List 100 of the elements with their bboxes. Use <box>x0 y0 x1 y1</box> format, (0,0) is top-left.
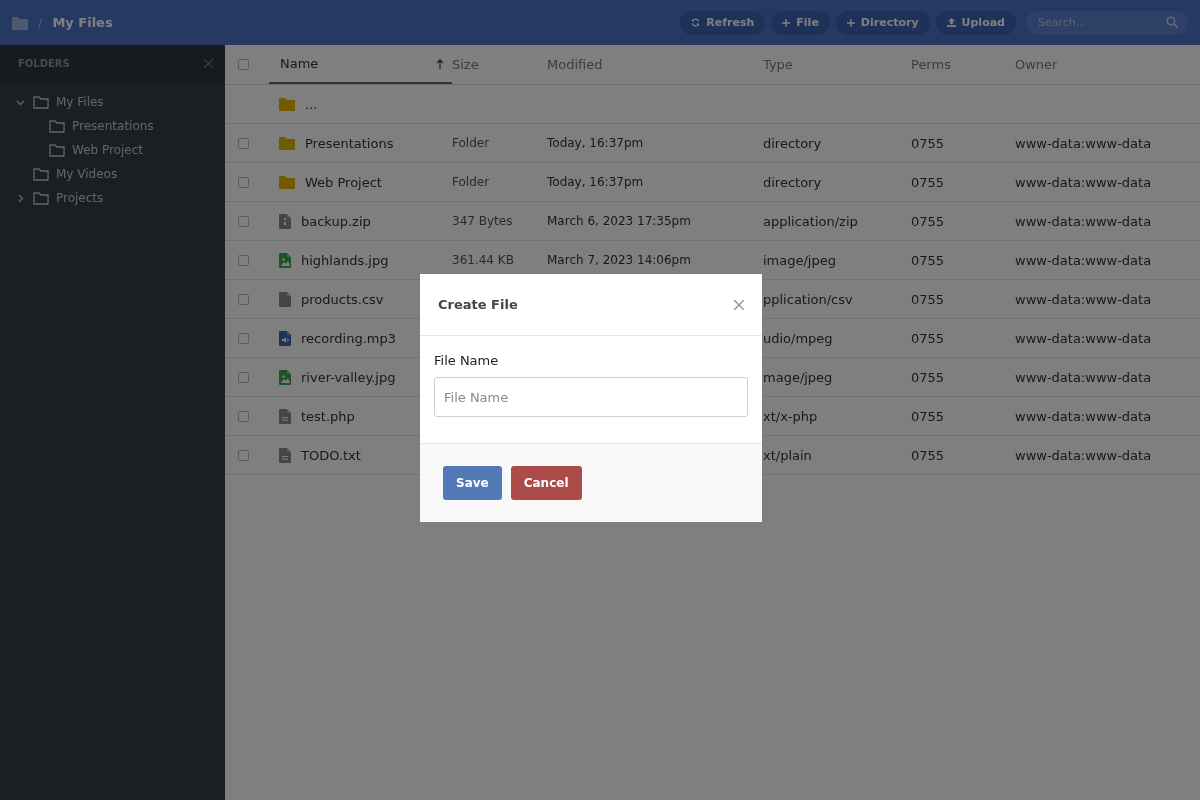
table-cell: 0755 <box>911 213 945 229</box>
table-cell: 0755 <box>911 447 945 463</box>
table-cell: pplication/csv <box>763 291 853 307</box>
close-icon[interactable] <box>204 59 213 68</box>
row-checkbox[interactable] <box>238 137 249 149</box>
table-cell: Folder <box>452 136 490 150</box>
row-checkbox[interactable] <box>238 293 249 305</box>
file-name[interactable]: backup.zip <box>301 213 371 229</box>
folder-icon <box>49 119 65 133</box>
folder-item[interactable]: Web Project <box>72 143 144 157</box>
chevron-right-icon[interactable] <box>16 193 25 203</box>
table-cell: application/zip <box>763 213 858 229</box>
table-cell: xt/x-php <box>763 408 818 424</box>
table-cell: mage/jpeg <box>763 369 833 385</box>
file-name-field[interactable]: File Name <box>434 377 748 417</box>
row-checkbox[interactable] <box>238 410 249 422</box>
folder-icon <box>279 136 295 150</box>
table-cell: www-data:www-data <box>1015 213 1152 229</box>
table-cell: www-data:www-data <box>1015 135 1152 151</box>
breadcrumb-item[interactable]: My Files <box>52 15 113 30</box>
text-file-icon <box>279 408 291 424</box>
table-cell: 0755 <box>911 291 945 307</box>
image-file-icon <box>279 252 291 268</box>
audio-file-icon <box>279 330 291 346</box>
table-cell: 0755 <box>911 408 945 424</box>
upload-icon <box>946 18 956 27</box>
table-cell: xt/plain <box>763 447 812 463</box>
column-header[interactable]: Name <box>269 45 452 84</box>
folder-icon <box>279 97 295 111</box>
table-cell: 347 Bytes <box>452 214 513 228</box>
folder-icon <box>33 95 49 109</box>
file-name[interactable]: Web Project <box>305 174 382 190</box>
plus-icon <box>846 18 855 27</box>
file-name[interactable]: Presentations <box>305 135 394 151</box>
sort-arrow-icon <box>436 58 444 69</box>
file-name[interactable]: TODO.txt <box>301 447 361 463</box>
folder-item[interactable]: My Videos <box>56 167 118 181</box>
folder-item[interactable]: My Files <box>56 95 104 109</box>
column-header[interactable]: Perms <box>911 57 951 72</box>
close-icon[interactable] <box>734 299 744 310</box>
cancel-button[interactable]: Cancel <box>510 466 582 500</box>
table-cell: 361.44 KB <box>452 253 514 267</box>
file-name[interactable]: products.csv <box>301 291 384 307</box>
folder-icon <box>279 175 295 189</box>
dialog-title: Create File <box>438 297 518 312</box>
folder-icon <box>33 167 49 181</box>
zip-file-icon <box>279 213 291 229</box>
column-header[interactable]: Type <box>763 57 793 72</box>
folder-item[interactable]: Projects <box>56 191 104 205</box>
column-header[interactable]: Size <box>452 57 479 72</box>
table-cell: 0755 <box>911 135 945 151</box>
refresh-icon <box>691 18 701 27</box>
table-cell: 0755 <box>911 330 945 346</box>
search-icon <box>1166 15 1178 28</box>
toolbar-button[interactable]: File <box>771 10 830 35</box>
table-cell: directory <box>763 135 822 151</box>
image-file-icon <box>279 369 291 385</box>
row-checkbox[interactable] <box>238 176 249 188</box>
table-cell: www-data:www-data <box>1015 330 1152 346</box>
table-cell: Folder <box>452 175 490 189</box>
table-cell: March 6, 2023 17:35pm <box>547 214 691 228</box>
table-cell: directory <box>763 174 822 190</box>
row-checkbox[interactable] <box>238 254 249 266</box>
select-all-checkbox[interactable] <box>238 59 249 70</box>
folder-item[interactable]: Presentations <box>72 119 154 133</box>
row-checkbox[interactable] <box>238 449 249 461</box>
plus-icon <box>782 18 791 27</box>
column-header[interactable]: Owner <box>1015 57 1058 72</box>
column-header[interactable]: Modified <box>547 57 603 72</box>
table-cell: Today, 16:37pm <box>547 136 644 150</box>
toolbar-button[interactable]: Refresh <box>680 10 766 35</box>
folder-icon <box>49 143 65 157</box>
table-cell: udio/mpeg <box>763 330 833 346</box>
row-checkbox[interactable] <box>238 215 249 227</box>
table-cell: www-data:www-data <box>1015 252 1152 268</box>
table-cell: www-data:www-data <box>1015 291 1152 307</box>
file-icon <box>279 291 291 307</box>
toolbar-button[interactable]: Directory <box>835 10 930 35</box>
file-name[interactable]: test.php <box>301 408 355 424</box>
table-cell: 0755 <box>911 369 945 385</box>
table-cell: 0755 <box>911 252 945 268</box>
file-name[interactable]: highlands.jpg <box>301 252 389 268</box>
field-label: File Name <box>434 353 500 368</box>
table-cell: www-data:www-data <box>1015 369 1152 385</box>
table-cell: image/jpeg <box>763 252 836 268</box>
table-cell: www-data:www-data <box>1015 447 1152 463</box>
toolbar-button[interactable]: Upload <box>935 10 1016 35</box>
table-cell: 0755 <box>911 174 945 190</box>
folder-icon <box>33 191 49 205</box>
file-name[interactable]: recording.mp3 <box>301 330 396 346</box>
row-checkbox[interactable] <box>238 332 249 344</box>
row-checkbox[interactable] <box>238 371 249 383</box>
table-cell: Today, 16:37pm <box>547 175 644 189</box>
table-cell: March 7, 2023 14:06pm <box>547 253 691 267</box>
save-button[interactable]: Save <box>443 466 502 500</box>
breadcrumb-separator: / <box>38 15 43 30</box>
text-file-icon <box>279 447 291 463</box>
file-name[interactable]: ... <box>305 96 318 112</box>
file-name[interactable]: river-valley.jpg <box>301 369 396 385</box>
table-cell: www-data:www-data <box>1015 408 1152 424</box>
